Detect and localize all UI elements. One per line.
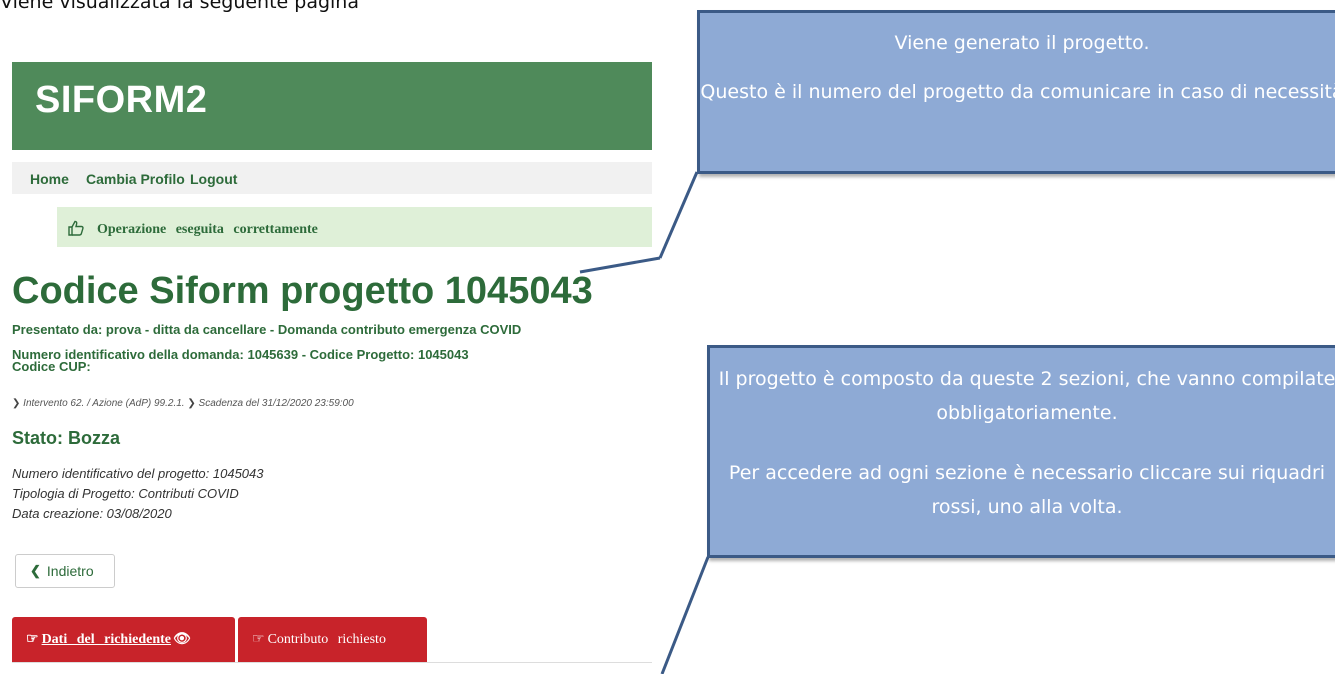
tab-label: Dati del richiedente	[41, 631, 171, 647]
tab-label: Contributo richiesto	[267, 631, 386, 647]
app-brand: SIFORM2	[35, 79, 208, 121]
pointing-hand-icon: ☞	[26, 632, 39, 647]
nav-home-link[interactable]: Home	[30, 171, 69, 187]
chevron-right-icon: ❯	[187, 398, 196, 409]
tab-divider	[12, 662, 652, 663]
eye-icon: 👁	[172, 632, 191, 647]
callout-text: Per accedere ad ogni sezione è necessari…	[728, 462, 1326, 518]
breadcrumb-scadenza: Scadenza del 31/12/2020 23:59:00	[198, 398, 354, 409]
callout-project-number: Viene generato il progetto. Questo è il …	[697, 10, 1335, 174]
alert-message: Operazione eseguita correttamente	[97, 222, 318, 237]
chevron-right-icon: ❯	[12, 398, 21, 409]
tab-contributo-richiesto[interactable]: ☞ Contributo richiesto	[238, 617, 427, 662]
chevron-left-icon: ❮	[30, 563, 41, 578]
presented-by: Presentato da: prova - ditta da cancella…	[12, 322, 522, 337]
creation-date: Data creazione: 03/08/2020	[12, 506, 172, 521]
project-number: Numero identificativo del progetto: 1045…	[12, 466, 264, 481]
callout-text: Questo è il numero del progetto da comun…	[700, 81, 1335, 103]
app-header: SIFORM2	[12, 62, 652, 150]
callout-text: Il progetto è composto da queste 2 sezio…	[718, 368, 1335, 424]
top-nav: Home Cambia Profilo Logout	[12, 162, 652, 194]
cup-code: Codice CUP:	[12, 359, 91, 374]
connector-line-2	[658, 171, 699, 259]
back-button-label: Indietro	[46, 563, 94, 579]
success-alert: Operazione eseguita correttamente	[57, 207, 652, 247]
breadcrumb-intervento: Intervento 62. / Azione (AdP) 99.2.1.	[23, 398, 185, 409]
nav-cambia-profilo-link[interactable]: Cambia Profilo	[86, 171, 185, 187]
pointing-hand-icon: ☞	[252, 632, 265, 647]
nav-logout-link[interactable]: Logout	[190, 171, 237, 187]
page-title: Codice Siform progetto 1045043	[12, 270, 593, 312]
tab-dati-richiedente[interactable]: ☞ Dati del richiedente 👁	[12, 617, 235, 662]
intro-text: Viene visualizzata la seguente pagina	[0, 0, 359, 13]
breadcrumb: ❯ Intervento 62. / Azione (AdP) 99.2.1. …	[12, 398, 354, 409]
status-label: Stato: Bozza	[12, 428, 120, 448]
thumbs-up-icon	[68, 220, 84, 236]
project-type: Tipologia di Progetto: Contributi COVID	[12, 486, 239, 501]
back-button[interactable]: ❮ Indietro	[15, 554, 115, 588]
callout-sections: Il progetto è composto da queste 2 sezio…	[707, 345, 1335, 558]
callout-text: Viene generato il progetto.	[894, 32, 1150, 54]
connector-line-3	[660, 556, 710, 674]
